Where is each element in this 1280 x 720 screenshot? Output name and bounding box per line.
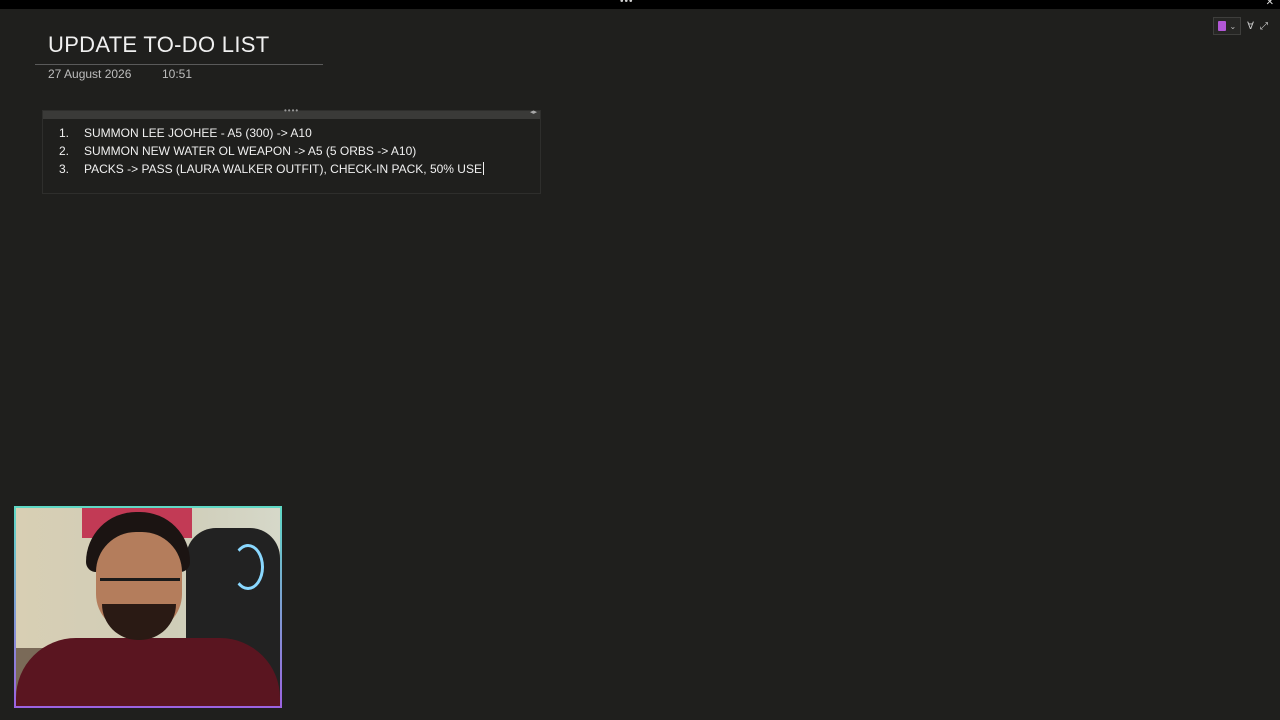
pin-icon[interactable]: ∀ <box>1247 21 1254 32</box>
window-top-bar: ••• ✕ <box>0 0 1280 9</box>
webcam-overlay <box>14 506 282 708</box>
webcam-neon-light <box>232 544 264 590</box>
page-title[interactable]: UPDATE TO-DO LIST <box>48 32 269 58</box>
webcam-person-shirt <box>16 638 280 706</box>
resize-arrows-icon[interactable]: ◂▸ <box>530 108 537 116</box>
notebook-icon <box>1218 21 1227 31</box>
page-time: 10:51 <box>162 67 193 81</box>
list-item-text-wrap[interactable]: PACKS -> PASS (LAURA WALKER OUTFIT), CHE… <box>84 162 484 176</box>
notebook-switcher-button[interactable]: ⌄ <box>1213 17 1242 35</box>
list-item-text[interactable]: SUMMON NEW WATER OL WEAPON -> A5 (5 ORBS… <box>84 144 416 158</box>
drag-grip-icon[interactable]: •••• <box>284 106 299 115</box>
title-divider <box>35 64 323 65</box>
container-drag-handle[interactable]: •••• ◂▸ <box>43 106 540 119</box>
expand-icon[interactable]: ⤢ <box>1260 21 1268 32</box>
text-cursor <box>482 162 484 175</box>
note-container[interactable]: •••• ◂▸ 1. SUMMON LEE JOOHEE - A5 (300) … <box>42 106 541 194</box>
list-item-number: 2. <box>59 144 70 158</box>
page-date: 27 August 2026 <box>48 67 132 81</box>
list-item-number: 3. <box>59 162 70 176</box>
list-item-text[interactable]: SUMMON LEE JOOHEE - A5 (300) -> A10 <box>84 126 312 140</box>
list-item-text[interactable]: PACKS -> PASS (LAURA WALKER OUTFIT), CHE… <box>84 162 482 176</box>
more-options-icon[interactable]: ••• <box>620 0 634 7</box>
close-icon[interactable]: ✕ <box>1266 0 1274 8</box>
page-tools: ⌄ ∀ ⤢ <box>1213 17 1268 35</box>
chevron-down-icon: ⌄ <box>1229 21 1237 31</box>
list-item-number: 1. <box>59 126 70 140</box>
webcam-person-glasses <box>100 578 180 597</box>
